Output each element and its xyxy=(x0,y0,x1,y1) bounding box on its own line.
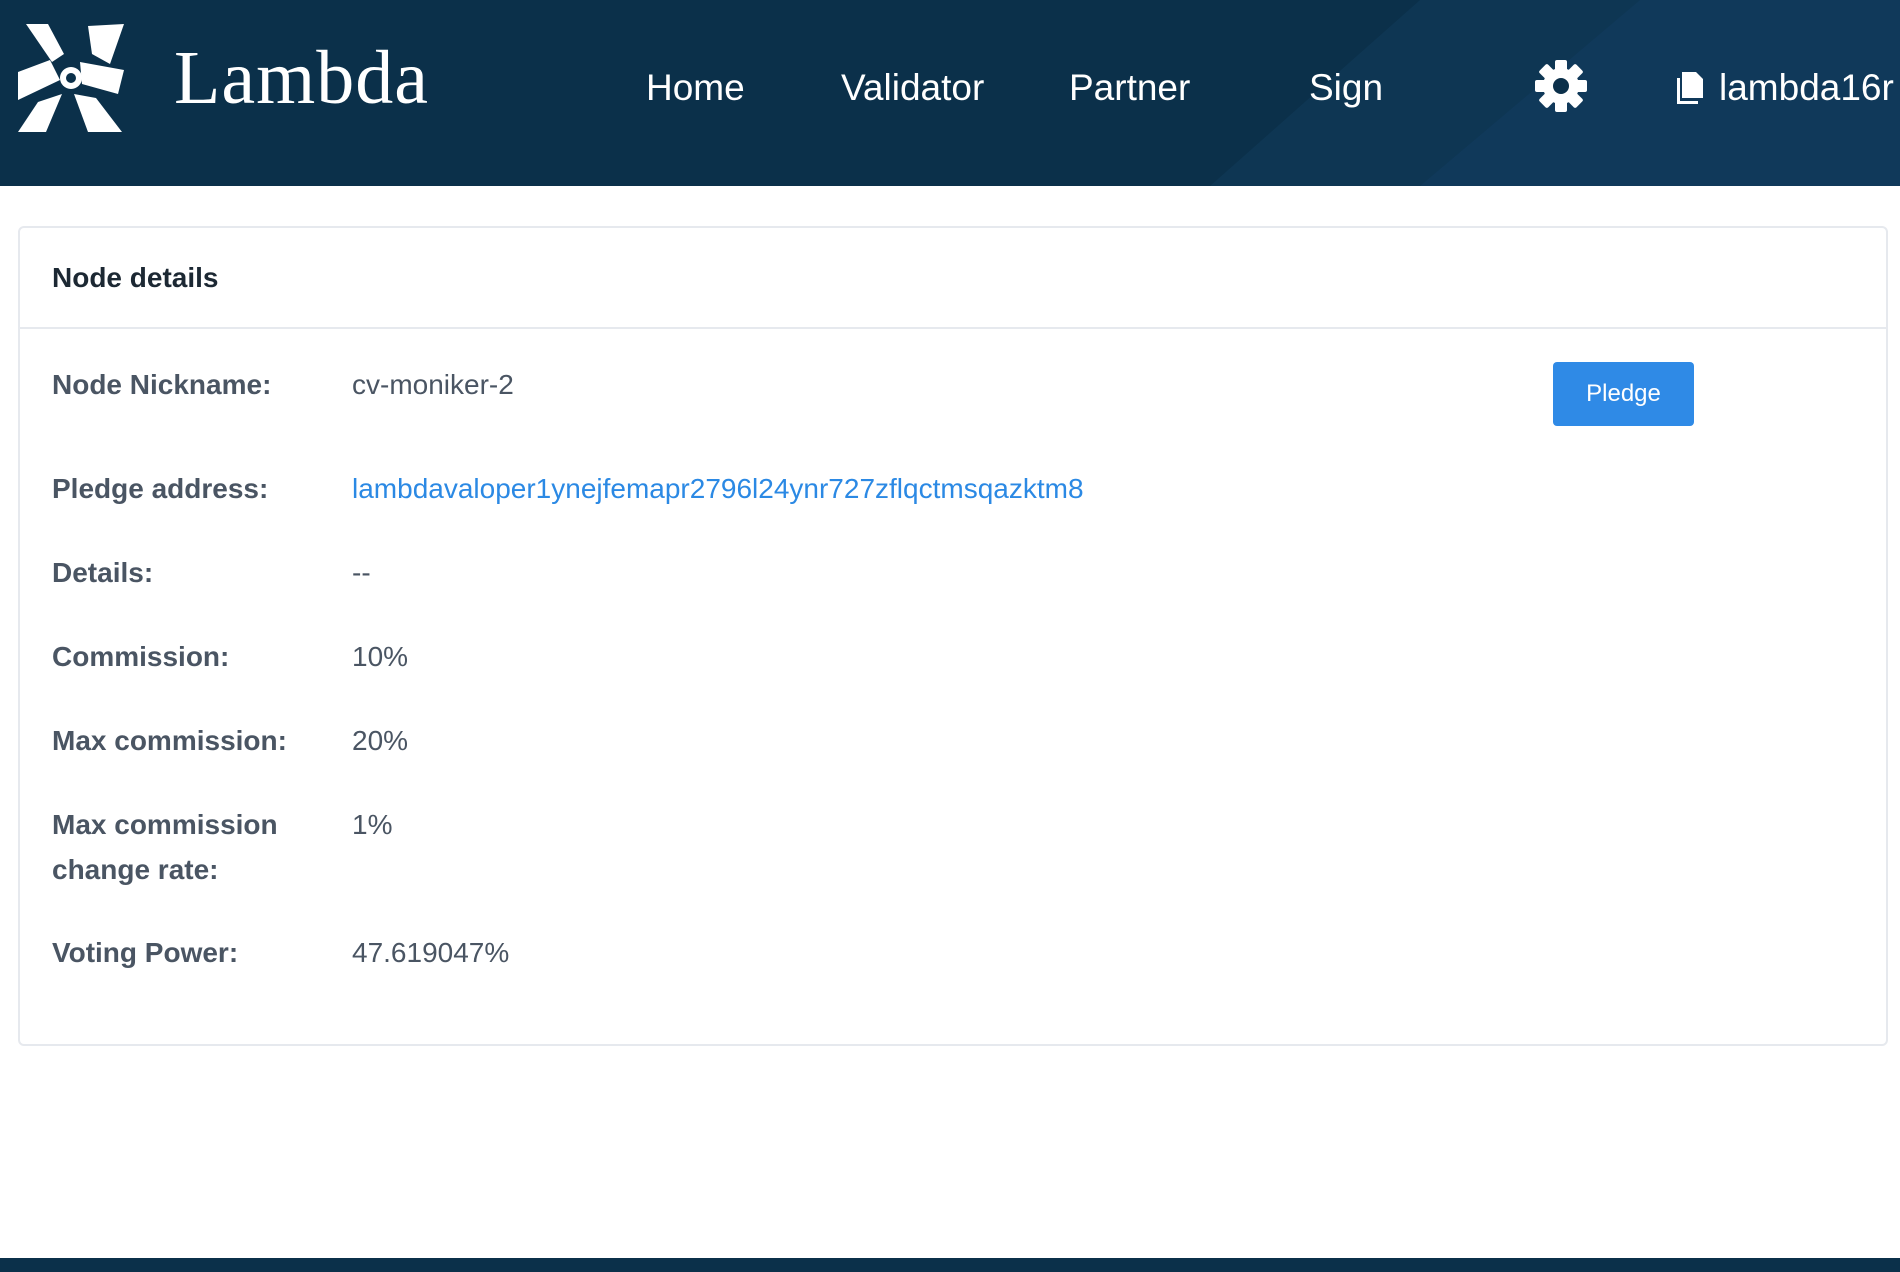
brand-logo[interactable]: Lambda xyxy=(18,24,429,132)
nav-home[interactable]: Home xyxy=(646,66,745,110)
footer-bar xyxy=(0,1258,1900,1272)
commission-value: 10% xyxy=(352,641,409,672)
max-commission-value: 20% xyxy=(352,725,409,756)
voting-power-label: Voting Power: xyxy=(52,937,239,968)
nav-partner[interactable]: Partner xyxy=(1069,66,1190,110)
voting-power-value: 47.619047% xyxy=(352,937,510,968)
node-details-card: Node details Node Nickname: cv-moniker-2… xyxy=(18,226,1888,1046)
max-commission-change-rate-value: 1% xyxy=(352,809,393,840)
pledge-address-link[interactable]: lambdavaloper1ynejfemapr2796l24ynr727zfl… xyxy=(352,466,1084,511)
nav-validator[interactable]: Validator xyxy=(841,66,984,110)
document-icon xyxy=(1677,72,1703,104)
node-nickname-label: Node Nickname: xyxy=(52,369,272,400)
max-commission-label: Max commission: xyxy=(52,725,287,756)
details-label: Details: xyxy=(52,557,154,588)
card-title: Node details xyxy=(52,261,219,293)
pledge-button[interactable]: Pledge xyxy=(1553,362,1694,426)
max-commission-change-rate-label: Max commission change rate: xyxy=(52,809,278,885)
commission-label: Commission: xyxy=(52,641,230,672)
gear-icon[interactable] xyxy=(1535,60,1587,112)
account-selector[interactable]: lambda16r xyxy=(1677,66,1900,110)
nav-sign[interactable]: Sign xyxy=(1309,66,1383,110)
card-header: Node details xyxy=(20,228,1886,329)
pledge-address-label: Pledge address: xyxy=(52,473,269,504)
account-address: lambda16r xyxy=(1719,67,1894,108)
lambda-logo-icon xyxy=(18,24,124,132)
brand-name: Lambda xyxy=(174,36,430,120)
details-value: -- xyxy=(352,557,371,588)
top-navbar: Lambda Home Validator Partner Sign lambd… xyxy=(0,0,1900,186)
node-nickname-value: cv-moniker-2 xyxy=(352,369,514,400)
